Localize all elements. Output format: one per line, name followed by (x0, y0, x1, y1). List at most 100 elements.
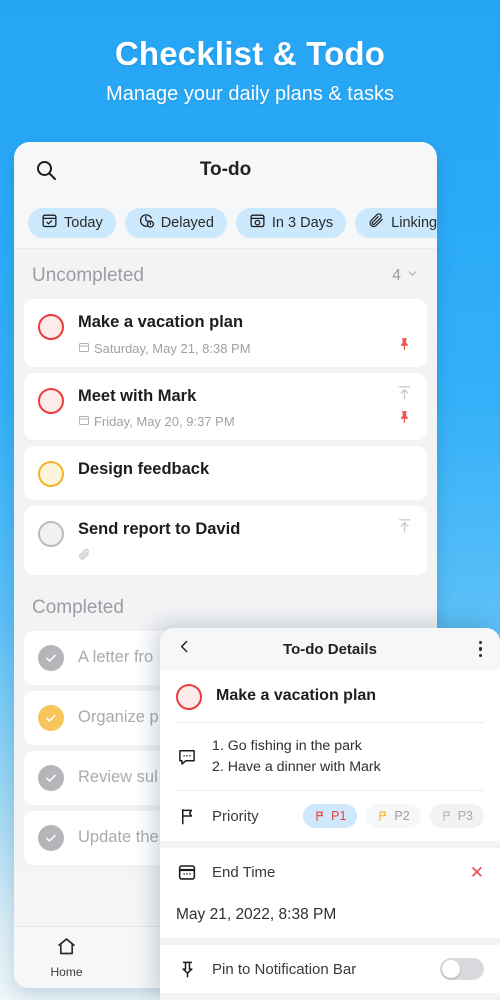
chevron-left-icon[interactable] (176, 638, 193, 660)
details-task-title: Make a vacation plan (216, 687, 377, 704)
nav-label: Home (50, 965, 83, 979)
chip-label: Linking Note (391, 214, 437, 231)
calendar-3-icon (249, 212, 266, 233)
chip-today[interactable]: Today (28, 207, 116, 238)
details-notes-row[interactable]: 1. Go fishing in the park 2. Have a dinn… (160, 723, 500, 791)
task-checkbox[interactable] (38, 314, 64, 340)
task-title: A letter fro (78, 648, 154, 667)
task-due-date: Saturday, May 21, 8:38 PM (78, 341, 413, 356)
uncompleted-count-group[interactable]: 4 (392, 267, 419, 285)
uncompleted-count: 4 (392, 267, 401, 284)
section-title: Uncompleted (32, 265, 144, 286)
priority-option-label: P3 (457, 809, 473, 824)
chip-label: Today (64, 214, 103, 231)
chevron-down-icon[interactable] (406, 267, 419, 285)
todo-details-panel: To-do Details Make a vacation plan 1. Go… (160, 628, 500, 1000)
section-gap (160, 993, 500, 1000)
search-icon[interactable] (34, 158, 58, 182)
pin-notification-label: Pin to Notification Bar (212, 960, 357, 978)
chip-label: In 3 Days (271, 214, 334, 231)
home-icon (56, 936, 77, 962)
task-title: Organize p (78, 708, 159, 727)
details-title: To-do Details (283, 640, 377, 658)
page-title: To-do (199, 158, 252, 180)
priority-option-label: P2 (394, 809, 410, 824)
section-gap (160, 841, 500, 849)
priority-options[interactable]: P1 P2 P3 (303, 804, 484, 829)
priority-option-p1[interactable]: P1 (303, 804, 358, 829)
details-app-bar: To-do Details (160, 628, 500, 670)
task-title: Update the (78, 828, 159, 847)
filter-chip-row[interactable]: Today Delayed In 3 Days Linking (14, 197, 437, 249)
promo-subtitle: Manage your daily plans & tasks (106, 82, 394, 105)
task-content: Make a vacation plan Saturday, May 21, 8… (78, 312, 413, 356)
calendar-check-icon (41, 212, 58, 233)
chip-label: Delayed (160, 214, 214, 231)
note-line-2: 2. Have a dinner with Mark (212, 758, 381, 775)
move-to-top-icon[interactable] (396, 384, 413, 406)
pin-icon (176, 958, 198, 980)
end-time-value[interactable]: May 21, 2022, 8:38 PM (160, 896, 500, 938)
table-row[interactable]: Send report to David (24, 506, 427, 575)
task-title: Meet with Mark (78, 386, 197, 405)
task-due-date: Friday, May 20, 9:37 PM (78, 414, 413, 429)
flag-icon (176, 805, 198, 827)
task-title: Design feedback (78, 460, 210, 479)
pin-notification-toggle[interactable] (440, 958, 484, 981)
end-time-label: End Time (212, 863, 276, 881)
chip-delayed[interactable]: Delayed (124, 207, 227, 238)
task-checkbox[interactable] (38, 387, 64, 414)
chip-linking-note[interactable]: Linking Note (355, 207, 437, 238)
pin-icon[interactable] (398, 337, 412, 356)
paperclip-icon (78, 548, 91, 564)
calendar-icon (78, 414, 90, 429)
calendar-icon (176, 861, 198, 883)
task-attachment (78, 548, 413, 564)
details-task-row[interactable]: Make a vacation plan (160, 670, 500, 722)
task-checkbox-done[interactable] (38, 644, 64, 671)
task-checkbox[interactable] (176, 684, 202, 710)
promo-banner: Checklist & Todo Manage your daily plans… (0, 0, 500, 140)
task-title: Send report to David (78, 520, 241, 539)
nav-item-home[interactable]: Home (14, 936, 119, 979)
task-content: Design feedback (78, 459, 413, 487)
section-gap (160, 938, 500, 946)
details-notes: 1. Go fishing in the park 2. Have a dinn… (212, 736, 381, 777)
completed-section-header[interactable]: Completed (14, 581, 437, 631)
pin-icon[interactable] (398, 410, 412, 429)
uncompleted-section-header[interactable]: Uncompleted 4 (14, 249, 437, 299)
move-to-top-icon[interactable] (396, 517, 413, 539)
clock-alert-icon (138, 212, 155, 233)
task-checkbox[interactable] (38, 521, 64, 548)
task-date-label: Friday, May 20, 9:37 PM (94, 414, 235, 430)
calendar-icon (78, 341, 90, 356)
task-title: Review sul (78, 768, 158, 787)
priority-option-p2[interactable]: P2 (366, 804, 421, 829)
task-checkbox-done[interactable] (38, 824, 64, 851)
priority-option-p3[interactable]: P3 (429, 804, 484, 829)
priority-option-label: P1 (331, 809, 347, 824)
kebab-menu-icon[interactable] (478, 640, 482, 658)
paperclip-icon (368, 212, 385, 233)
close-icon[interactable]: ✕ (470, 864, 484, 881)
note-line-1: 1. Go fishing in the park (212, 738, 362, 754)
details-end-time-row[interactable]: End Time ✕ (160, 848, 500, 897)
task-content: Meet with Mark Friday, May 20, 9:37 PM (78, 386, 413, 430)
table-row[interactable]: Meet with Mark Friday, May 20, 9:37 PM (24, 372, 427, 441)
task-checkbox[interactable] (38, 461, 64, 488)
details-pin-notification-row[interactable]: Pin to Notification Bar (160, 945, 500, 994)
task-title: Make a vacation plan (78, 313, 244, 331)
table-row[interactable]: Make a vacation plan Saturday, May 21, 8… (24, 299, 427, 367)
task-checkbox-done[interactable] (38, 764, 64, 791)
note-icon (176, 746, 198, 768)
priority-label: Priority (212, 807, 259, 825)
task-date-label: Saturday, May 21, 8:38 PM (94, 340, 251, 356)
app-bar: To-do (14, 142, 437, 197)
task-content: Send report to David (78, 519, 413, 564)
chip-in-3-days[interactable]: In 3 Days (235, 207, 347, 238)
table-row[interactable]: Design feedback (24, 446, 427, 501)
promo-title: Checklist & Todo (114, 34, 386, 72)
section-title: Completed (32, 596, 124, 618)
details-priority-row[interactable]: Priority P1 P2 P3 (160, 791, 500, 842)
task-checkbox-done[interactable] (38, 704, 64, 731)
